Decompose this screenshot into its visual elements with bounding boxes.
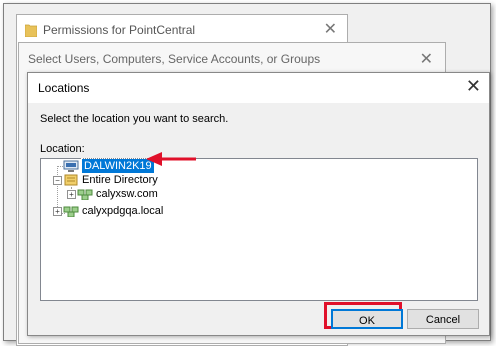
screenshot-frame: Permissions for PointCentral ✕ Select Us…: [3, 3, 491, 346]
expand-icon[interactable]: +: [67, 190, 76, 199]
permissions-window-title: Permissions for PointCentral: [43, 23, 196, 37]
annotation-arrow-icon: [146, 152, 196, 166]
tree-connector: [57, 166, 58, 213]
locations-dialog: Locations ✕ Select the location you want…: [27, 72, 490, 336]
dialog-prompt: Select the location you want to search.: [40, 113, 229, 125]
directory-icon: [64, 174, 78, 186]
folder-icon: [25, 24, 37, 37]
computer-icon: [63, 160, 79, 172]
cancel-button[interactable]: Cancel: [407, 309, 479, 329]
close-icon[interactable]: ✕: [466, 76, 481, 97]
expand-icon[interactable]: +: [53, 207, 62, 216]
tree-item-label: calyxpdgqa.local: [82, 205, 164, 217]
location-label: Location:: [40, 143, 85, 155]
locations-dialog-titlebar: Locations ✕: [28, 73, 489, 103]
domain-icon: [63, 206, 79, 217]
permissions-window-titlebar: Permissions for PointCentral ✕: [17, 15, 347, 45]
domain-icon: [77, 189, 93, 200]
tree-item-label: Entire Directory: [82, 174, 158, 186]
dialog-title: Locations: [38, 81, 90, 95]
select-users-window-title: Select Users, Computers, Service Account…: [28, 52, 321, 66]
close-icon[interactable]: ✕: [324, 19, 337, 39]
close-icon[interactable]: ✕: [420, 49, 433, 69]
tree-item-label: calyxsw.com: [96, 188, 158, 200]
ok-button[interactable]: OK: [331, 309, 403, 329]
tree-item-label: DALWIN2K19: [81, 158, 155, 174]
collapse-icon[interactable]: −: [53, 176, 62, 185]
location-tree[interactable]: DALWIN2K19 − Entire Directory + calyxsw.…: [40, 158, 478, 301]
